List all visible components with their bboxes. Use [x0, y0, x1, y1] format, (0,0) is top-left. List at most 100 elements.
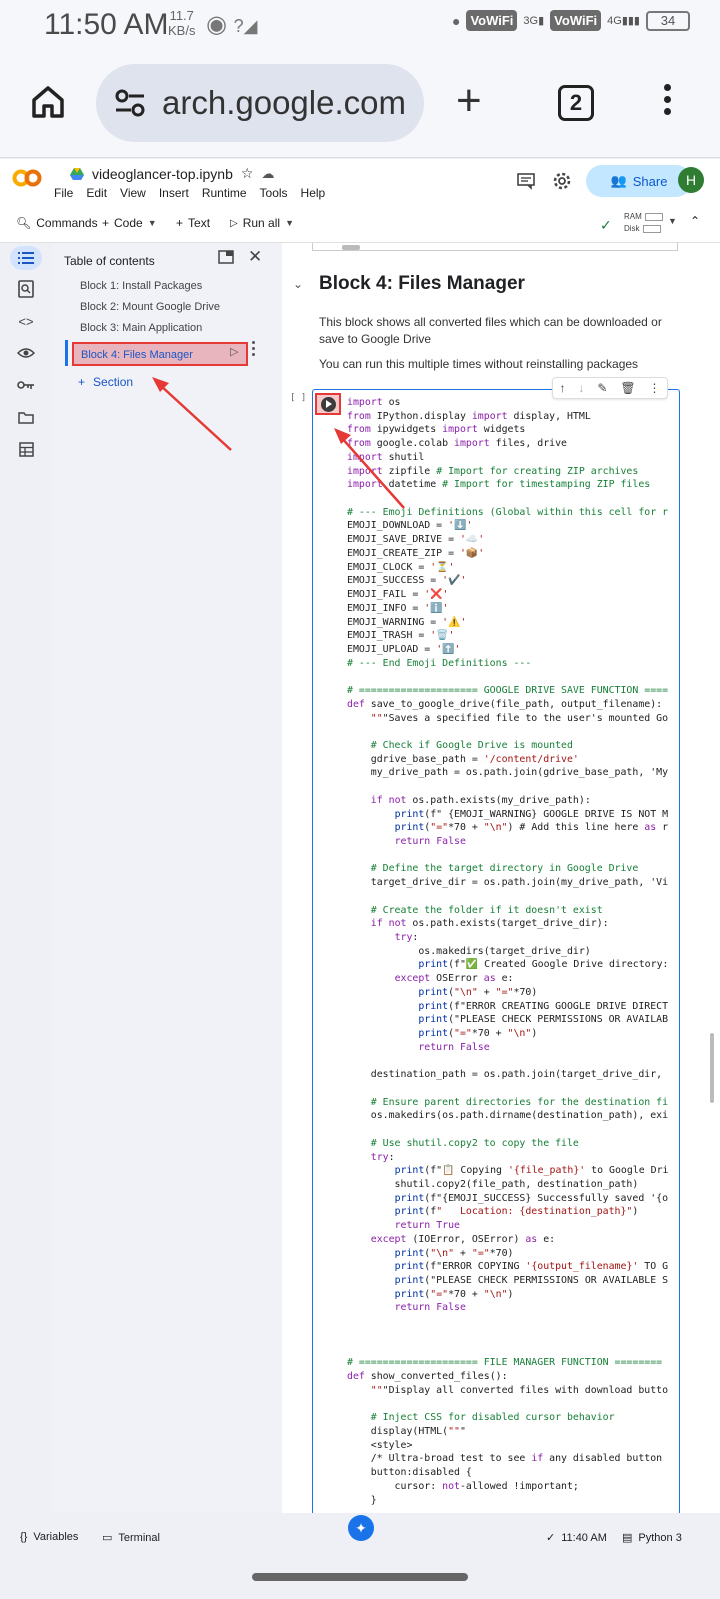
code-line[interactable]: [347, 1397, 677, 1411]
code-line[interactable]: gdrive_base_path = '/content/drive': [347, 753, 677, 767]
secrets-eye-icon[interactable]: [14, 341, 38, 365]
code-line[interactable]: [347, 1123, 677, 1137]
terminal-button[interactable]: ▭ Terminal: [102, 1531, 160, 1545]
code-line[interactable]: EMOJI_TRASH = '🗑️': [347, 629, 677, 643]
toc-item-block-2[interactable]: Block 2: Mount Google Drive: [80, 301, 220, 313]
menu-help[interactable]: Help: [301, 186, 326, 200]
chevron-down-icon[interactable]: ▼: [285, 218, 294, 228]
new-tab-button[interactable]: +: [456, 76, 482, 126]
code-line[interactable]: # Inject CSS for disabled cursor behavio…: [347, 1411, 677, 1425]
add-text-button[interactable]: + Text: [176, 216, 210, 230]
runtime-indicator[interactable]: ▤ Python 3: [622, 1531, 682, 1545]
code-line[interactable]: """Saves a specified file to the user's …: [347, 712, 677, 726]
code-line[interactable]: EMOJI_INFO = 'ℹ️': [347, 602, 677, 616]
code-line[interactable]: button:disabled {: [347, 1466, 677, 1480]
menu-tools[interactable]: Tools: [260, 186, 288, 200]
toc-item-block-4[interactable]: Block 4: Files Manager: [72, 342, 248, 366]
close-icon[interactable]: ✕: [248, 247, 262, 267]
code-line[interactable]: EMOJI_CREATE_ZIP = '📦': [347, 547, 677, 561]
code-line[interactable]: print(f"{EMOJI_SUCCESS} Successfully sav…: [347, 1192, 677, 1206]
code-line[interactable]: [347, 725, 677, 739]
code-line[interactable]: # Create the folder if it doesn't exist: [347, 904, 677, 918]
code-line[interactable]: destination_path = os.path.join(target_d…: [347, 1068, 677, 1082]
collapse-toolbar-icon[interactable]: ⌃: [690, 214, 700, 228]
code-line[interactable]: print(f" Location: {destination_path}"): [347, 1205, 677, 1219]
code-line[interactable]: def save_to_google_drive(file_path, outp…: [347, 698, 677, 712]
code-line[interactable]: return False: [347, 1301, 677, 1315]
code-line[interactable]: import shutil: [347, 451, 677, 465]
trash-icon[interactable]: 🗑︎: [620, 381, 635, 395]
add-section-button[interactable]: + Section: [78, 375, 133, 389]
previous-cell-scrollbar[interactable]: [342, 245, 360, 250]
browser-menu-button[interactable]: [664, 84, 672, 120]
toc-item-block-1[interactable]: Block 1: Install Packages: [80, 280, 202, 292]
table-icon[interactable]: [14, 437, 38, 461]
notebook-title[interactable]: videoglancer-top.ipynb ☆ ☁: [70, 165, 274, 182]
code-line[interactable]: print("PLEASE CHECK PERMISSIONS OR AVAIL…: [347, 1013, 677, 1027]
folder-icon[interactable]: [14, 405, 38, 429]
toc-item-block-3[interactable]: Block 3: Main Application: [80, 322, 202, 334]
code-line[interactable]: import os: [347, 396, 677, 410]
code-line[interactable]: print(f" {EMOJI_WARNING} GOOGLE DRIVE IS…: [347, 808, 677, 822]
home-icon[interactable]: [28, 82, 68, 122]
code-line[interactable]: print("="*70 + "\n") # Add this line her…: [347, 821, 677, 835]
menu-insert[interactable]: Insert: [159, 186, 189, 200]
code-line[interactable]: print("\n" + "="*70): [347, 986, 677, 1000]
code-line[interactable]: target_drive_dir = os.path.join(my_drive…: [347, 876, 677, 890]
table-of-contents-icon[interactable]: [10, 246, 42, 270]
toc-more-icon[interactable]: [252, 341, 256, 359]
code-line[interactable]: from ipywidgets import widgets: [347, 423, 677, 437]
tab-switcher-button[interactable]: 2: [558, 85, 594, 121]
code-line[interactable]: if not os.path.exists(target_drive_dir):: [347, 917, 677, 931]
code-line[interactable]: if not os.path.exists(my_drive_path):: [347, 794, 677, 808]
menu-file[interactable]: File: [54, 186, 73, 200]
code-line[interactable]: import datetime # Import for timestampin…: [347, 478, 677, 492]
code-line[interactable]: cursor: not-allowed !important;: [347, 1480, 677, 1494]
gear-icon[interactable]: [552, 171, 572, 191]
code-line[interactable]: my_drive_path = os.path.join(gdrive_base…: [347, 766, 677, 780]
url-text[interactable]: arch.google.com: [162, 84, 406, 122]
code-line[interactable]: """Display all converted files with down…: [347, 1384, 677, 1398]
code-line[interactable]: EMOJI_UPLOAD = '⬆️': [347, 643, 677, 657]
code-line[interactable]: /* Ultra-broad test to see if any disabl…: [347, 1452, 677, 1466]
code-line[interactable]: [347, 1315, 677, 1329]
code-line[interactable]: EMOJI_WARNING = '⚠️': [347, 616, 677, 630]
colab-logo[interactable]: [12, 169, 42, 187]
cell-more-icon[interactable]: ⋮: [649, 381, 661, 395]
code-snippets-icon[interactable]: <>: [14, 309, 38, 333]
code-line[interactable]: def show_converted_files():: [347, 1370, 677, 1384]
code-line[interactable]: from google.colab import files, drive: [347, 437, 677, 451]
code-line[interactable]: # --- End Emoji Definitions ---: [347, 657, 677, 671]
code-line[interactable]: print("\n" + "="*70): [347, 1247, 677, 1261]
code-line[interactable]: [347, 780, 677, 794]
code-line[interactable]: return False: [347, 835, 677, 849]
share-button[interactable]: 👥 Share: [586, 165, 692, 197]
code-line[interactable]: [347, 849, 677, 863]
run-section-icon[interactable]: ▷: [230, 345, 238, 358]
code-line[interactable]: EMOJI_FAIL = '❌': [347, 588, 677, 602]
code-editor[interactable]: import os from IPython.display import dis…: [347, 396, 677, 1507]
code-line[interactable]: display(HTML(""": [347, 1425, 677, 1439]
code-line[interactable]: except (IOError, OSError) as e:: [347, 1233, 677, 1247]
code-line[interactable]: [347, 1082, 677, 1096]
run-all-button[interactable]: ▷ Run all ▼: [230, 216, 294, 230]
key-icon[interactable]: [14, 373, 38, 397]
code-line[interactable]: # Ensure parent directories for the dest…: [347, 1096, 677, 1110]
move-up-icon[interactable]: ↑: [559, 381, 565, 395]
code-line[interactable]: print(f"ERROR COPYING '{output_filename}…: [347, 1260, 677, 1274]
code-line[interactable]: print("PLEASE CHECK PERMISSIONS OR AVAIL…: [347, 1274, 677, 1288]
code-line[interactable]: print(f"📋 Copying '{file_path}' to Googl…: [347, 1164, 677, 1178]
code-line[interactable]: print(f"ERROR CREATING GOOGLE DRIVE DIRE…: [347, 1000, 677, 1014]
code-line[interactable]: from IPython.display import display, HTM…: [347, 410, 677, 424]
code-line[interactable]: shutil.copy2(file_path, destination_path…: [347, 1178, 677, 1192]
commands-button[interactable]: 🔍︎ Commands: [16, 216, 98, 230]
star-icon[interactable]: ☆: [241, 165, 254, 182]
code-line[interactable]: [347, 1343, 677, 1357]
code-line[interactable]: # Use shutil.copy2 to copy the file: [347, 1137, 677, 1151]
edit-icon[interactable]: ✎: [597, 381, 607, 395]
move-down-icon[interactable]: ↓: [578, 381, 584, 395]
code-line[interactable]: try:: [347, 931, 677, 945]
ram-disk-indicator[interactable]: RAM Disk: [624, 211, 663, 235]
address-bar[interactable]: arch.google.com: [96, 64, 424, 142]
notebook-scrollbar[interactable]: [710, 1033, 714, 1103]
